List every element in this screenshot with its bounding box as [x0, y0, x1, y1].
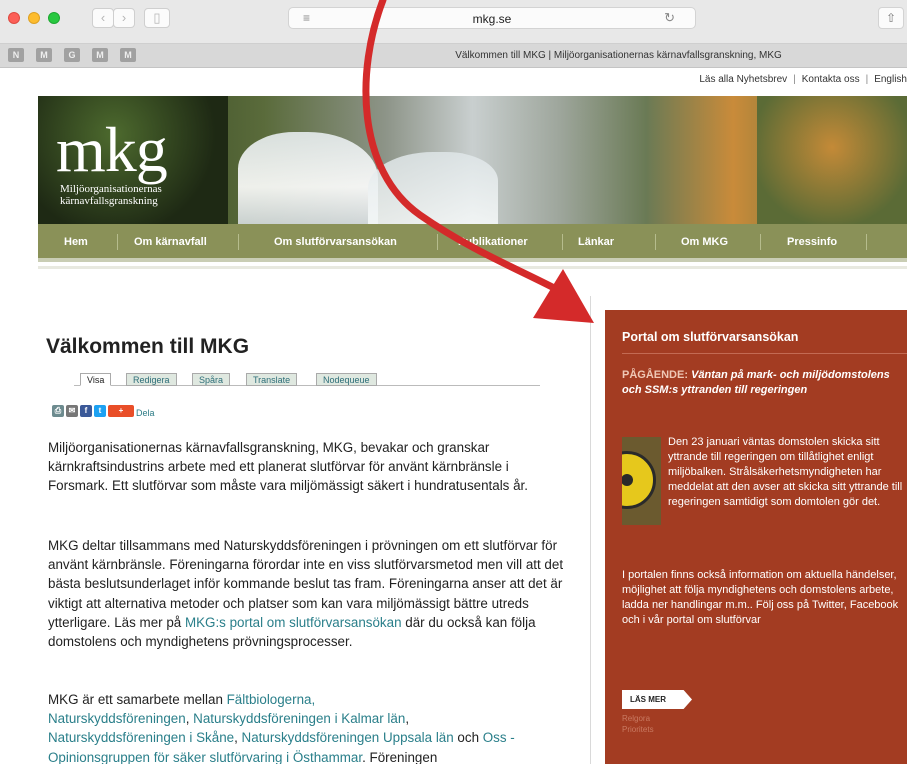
skane-link[interactable]: Naturskyddsföreningen i Skåne: [48, 730, 234, 745]
ongoing-label: PÅGÅENDE:: [622, 369, 689, 381]
browser-window: ‹ › ▯ ≡ mkg.se ↻ ⇧ N M G M M Välkommen t…: [0, 0, 907, 764]
nav-separator: [655, 234, 656, 250]
bookmark-item[interactable]: M: [120, 48, 136, 62]
portal-small-link[interactable]: Relgora: [622, 713, 654, 724]
nav-separator: [866, 234, 867, 250]
banner-autumn-trees: [757, 96, 907, 224]
nav-item-om-karnavfall[interactable]: Om kärnavfall: [134, 236, 207, 248]
logo-subtitle-line: kärnavfallsgranskning: [60, 195, 158, 207]
nav-item-publikationer[interactable]: Publikationer: [458, 236, 528, 248]
bookmarks-bar: N M G M M Välkommen till MKG | Miljöorga…: [0, 44, 907, 68]
nav-separator: [562, 234, 563, 250]
twitter-icon[interactable]: t: [94, 405, 106, 417]
bookmark-item[interactable]: N: [8, 48, 24, 62]
zoom-window-button[interactable]: [48, 12, 60, 24]
addthis-plus-icon[interactable]: +: [108, 405, 134, 417]
nav-item-om-slutforvarsansokan[interactable]: Om slutförvarsansökan: [274, 236, 397, 248]
nav-separator: [437, 234, 438, 250]
portal-title[interactable]: Portal om slutförvarsansökan: [622, 330, 798, 344]
contact-link[interactable]: Kontakta oss: [802, 74, 860, 85]
logo-subtitle: Miljöorganisationernas kärnavfallsgransk…: [60, 183, 162, 207]
url-text: mkg.se: [472, 12, 512, 26]
paragraph-text: . Föreningen: [362, 749, 438, 764]
banner-waterfall: [238, 132, 378, 224]
nav-separator: [238, 234, 239, 250]
portal-news-text: Den 23 januari väntas domstolen skicka s…: [668, 436, 903, 509]
email-icon[interactable]: ✉: [66, 405, 78, 417]
english-link[interactable]: English: [874, 74, 907, 85]
paragraph-text: och: [453, 730, 483, 746]
portal-ongoing[interactable]: PÅGÅENDE: Väntan på mark- och miljödomst…: [622, 368, 897, 398]
nav-separator: [117, 234, 118, 250]
banner-waterfall: [368, 152, 498, 224]
logo-subtitle-line: Miljöorganisationernas: [60, 183, 162, 195]
tab-redigera[interactable]: Redigera: [126, 373, 177, 386]
share-icon: ⇧: [885, 11, 897, 25]
sidebar-icon: ▯: [153, 10, 161, 25]
nav-separator: [760, 234, 761, 250]
address-bar[interactable]: ≡ mkg.se ↻: [288, 7, 696, 29]
nav-underline: [38, 266, 907, 269]
main-navigation: Hem Om kärnavfall Om slutförvarsansökan …: [38, 224, 907, 262]
browser-toolbar: ‹ › ▯ ≡ mkg.se ↻ ⇧: [0, 0, 907, 44]
participation-paragraph: MKG deltar tillsammans med Naturskyddsfö…: [48, 536, 568, 651]
portal-info-text: I portalen finns också information om ak…: [622, 569, 899, 627]
minimize-window-button[interactable]: [28, 12, 40, 24]
back-button[interactable]: ‹: [92, 8, 114, 28]
nav-item-lankar[interactable]: Länkar: [578, 236, 614, 248]
forward-button[interactable]: ›: [113, 8, 135, 28]
nav-item-pressinfo[interactable]: Pressinfo: [787, 236, 837, 248]
newsletter-link[interactable]: Läs alla Nyhetsbrev: [699, 74, 787, 85]
bookmark-item[interactable]: M: [36, 48, 52, 62]
portal-link[interactable]: MKG:s portal om slutförvarsansökan: [185, 615, 402, 630]
members-paragraph: MKG är ett samarbete mellan Fältbiologer…: [48, 690, 568, 764]
tab-translate[interactable]: Translate: [246, 373, 298, 386]
link-separator: |: [865, 74, 869, 85]
tab-nodequeue[interactable]: Nodequeue: [316, 373, 377, 386]
uppsala-link[interactable]: Naturskyddsföreningen Uppsala län: [242, 730, 454, 745]
naturskyddsforeningen-link[interactable]: Naturskyddsföreningen: [48, 711, 186, 726]
radiation-barrel-image: [622, 437, 661, 525]
paragraph-text: MKG är ett samarbete mellan: [48, 692, 227, 707]
paragraph-text: ,: [405, 711, 410, 727]
portal-small-links: Relgora Prioritets: [622, 713, 654, 735]
share-button[interactable]: ⇧: [878, 7, 904, 29]
close-window-button[interactable]: [8, 12, 20, 24]
intro-paragraph: Miljöorganisationernas kärnavfallsgransk…: [48, 440, 528, 494]
sidebar-button[interactable]: ▯: [144, 8, 170, 28]
facebook-icon[interactable]: f: [80, 405, 92, 417]
page-title: Välkommen till MKG: [46, 335, 250, 358]
reload-icon[interactable]: ↻: [664, 10, 675, 26]
sidebar-divider: [590, 296, 591, 764]
tab-visa[interactable]: Visa: [80, 373, 112, 386]
portal-divider: [622, 353, 907, 354]
share-label[interactable]: Dela: [136, 408, 155, 418]
kalmar-link[interactable]: Naturskyddsföreningen i Kalmar län: [193, 711, 405, 726]
site-logo[interactable]: mkg: [56, 118, 168, 182]
tab-title[interactable]: Välkommen till MKG | Miljöorganisationer…: [330, 50, 907, 61]
tab-spara[interactable]: Spåra: [192, 373, 231, 386]
nav-item-om-mkg[interactable]: Om MKG: [681, 236, 728, 248]
arrow-head: [533, 269, 594, 323]
portal-small-link[interactable]: Prioritets: [622, 724, 654, 735]
chevron-left-icon: ‹: [100, 10, 106, 25]
bookmark-item[interactable]: M: [92, 48, 108, 62]
radiation-icon: [622, 451, 656, 509]
nav-item-home[interactable]: Hem: [64, 236, 88, 248]
paragraph-text: ,: [234, 730, 242, 746]
bookmark-item[interactable]: G: [64, 48, 80, 62]
print-icon[interactable]: ⎙: [52, 405, 64, 417]
read-more-button[interactable]: LÄS MER: [622, 690, 692, 709]
header-banner-image: [38, 96, 907, 224]
top-links: Läs alla Nyhetsbrev | Kontakta oss | English: [699, 74, 907, 85]
link-separator: |: [793, 74, 796, 85]
chevron-right-icon: ›: [121, 10, 127, 25]
faltbiologerna-link[interactable]: Fältbiologerna,: [227, 692, 316, 707]
